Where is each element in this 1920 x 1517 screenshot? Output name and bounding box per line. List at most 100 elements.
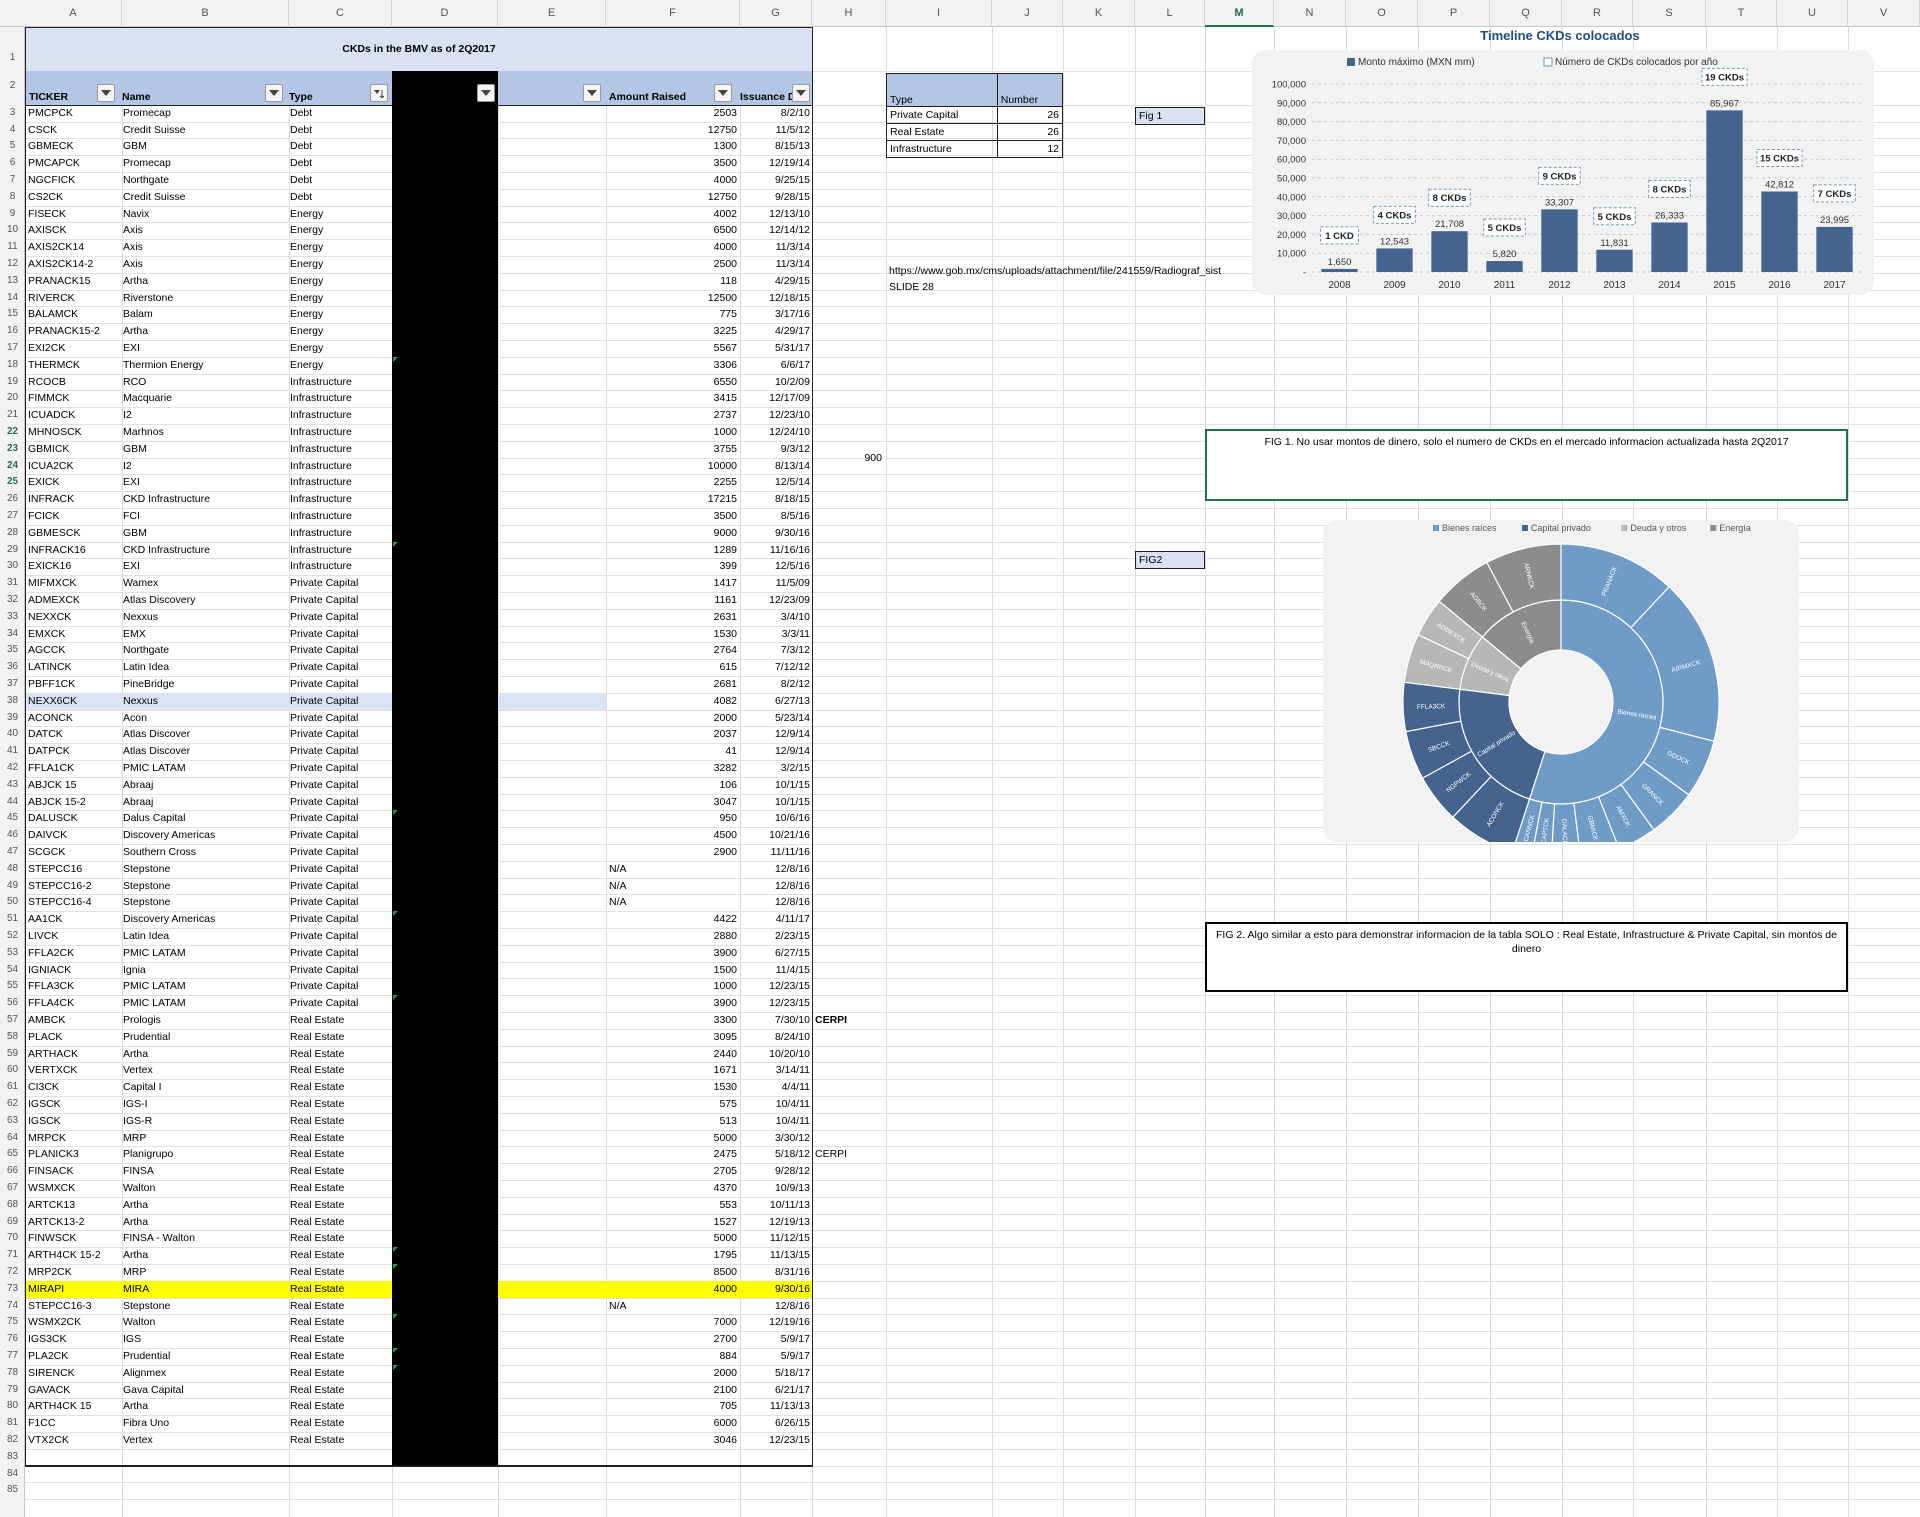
- cell-amount[interactable]: 4370: [607, 1180, 737, 1197]
- cell-amount[interactable]: 1000: [607, 978, 737, 995]
- cell-amount[interactable]: 1500: [607, 962, 737, 979]
- cell-amount[interactable]: 4082: [607, 693, 737, 710]
- filter-dropdown-amount[interactable]: [714, 84, 732, 102]
- cell-ticker[interactable]: CI3CK: [28, 1079, 120, 1096]
- cell-name[interactable]: MIRA: [123, 1281, 286, 1298]
- cell-type[interactable]: Private Capital: [290, 844, 390, 861]
- row-header-69[interactable]: 69: [0, 1214, 25, 1231]
- summary-cell[interactable]: Infrastructure: [886, 140, 998, 158]
- cell-type[interactable]: Private Capital: [290, 911, 390, 928]
- row-header-57[interactable]: 57: [0, 1012, 25, 1029]
- cell-ticker[interactable]: LIVCK: [28, 928, 120, 945]
- cell-type[interactable]: Energy: [290, 290, 390, 307]
- row-header-32[interactable]: 32: [0, 592, 25, 609]
- row-header-84[interactable]: 84: [0, 1466, 25, 1483]
- cell-amount[interactable]: 1795: [607, 1247, 737, 1264]
- cell-ticker[interactable]: AA1CK: [28, 911, 120, 928]
- cell-type[interactable]: Real Estate: [290, 1146, 390, 1163]
- cell-type[interactable]: Debt: [290, 122, 390, 139]
- cell-type[interactable]: Energy: [290, 239, 390, 256]
- cell-type[interactable]: Energy: [290, 256, 390, 273]
- cell-type[interactable]: Debt: [290, 105, 390, 122]
- column-header-v[interactable]: V: [1848, 0, 1920, 27]
- cell-name[interactable]: PMIC LATAM: [123, 760, 286, 777]
- cell-date[interactable]: 7/30/10: [741, 1012, 810, 1029]
- column-header-r[interactable]: R: [1562, 0, 1633, 27]
- cell-date[interactable]: 11/13/13: [741, 1398, 810, 1415]
- cell-amount[interactable]: 3900: [607, 995, 737, 1012]
- row-header-16[interactable]: 16: [0, 323, 25, 340]
- cell-ticker[interactable]: DALUSCK: [28, 810, 120, 827]
- column-header-n[interactable]: N: [1274, 0, 1346, 27]
- cell-note[interactable]: N/A: [609, 1298, 669, 1315]
- cell-amount[interactable]: 2255: [607, 474, 737, 491]
- cell-type[interactable]: Real Estate: [290, 1062, 390, 1079]
- cell-amount[interactable]: 2631: [607, 609, 737, 626]
- spreadsheet[interactable]: CKDs in the BMV as of 2Q2017 PMCPCK Prome…: [0, 0, 1920, 1517]
- cell-type[interactable]: Real Estate: [290, 1247, 390, 1264]
- row-header-21[interactable]: 21: [0, 407, 25, 424]
- cell-type[interactable]: Debt: [290, 189, 390, 206]
- cell-type[interactable]: Real Estate: [290, 1197, 390, 1214]
- column-header-o[interactable]: O: [1346, 0, 1418, 27]
- cell-name[interactable]: Northgate: [123, 642, 286, 659]
- cell-ticker[interactable]: STEPCC16-2: [28, 878, 120, 895]
- cell-type[interactable]: Infrastructure: [290, 458, 390, 475]
- cell-name[interactable]: Stepstone: [123, 878, 286, 895]
- header-amount[interactable]: Amount Raised: [609, 71, 709, 106]
- cell-type[interactable]: Real Estate: [290, 1096, 390, 1113]
- cell-ticker[interactable]: ARTCK13-2: [28, 1214, 120, 1231]
- row-header-76[interactable]: 76: [0, 1331, 25, 1348]
- cell-amount[interactable]: 4002: [607, 206, 737, 223]
- row-header-20[interactable]: 20: [0, 390, 25, 407]
- cell-ticker[interactable]: F1CC: [28, 1415, 120, 1432]
- cell-ticker[interactable]: RCOCB: [28, 374, 120, 391]
- header-type[interactable]: Type: [289, 71, 369, 106]
- cell-ticker[interactable]: PLACK: [28, 1029, 120, 1046]
- cell-name[interactable]: Stepstone: [123, 894, 286, 911]
- cell-type[interactable]: Private Capital: [290, 995, 390, 1012]
- cell-type[interactable]: Private Capital: [290, 743, 390, 760]
- column-header-c[interactable]: C: [289, 0, 392, 27]
- cell-ticker[interactable]: AGCCK: [28, 642, 120, 659]
- row-header-71[interactable]: 71: [0, 1247, 25, 1264]
- cell-date[interactable]: 11/5/12: [741, 122, 810, 139]
- cell-date[interactable]: 4/29/17: [741, 323, 810, 340]
- cell-name[interactable]: Axis: [123, 222, 286, 239]
- cell-ticker[interactable]: WSMX2CK: [28, 1314, 120, 1331]
- summary-cell[interactable]: 12: [996, 140, 1064, 158]
- cell-type[interactable]: Private Capital: [290, 760, 390, 777]
- row-header-70[interactable]: 70: [0, 1230, 25, 1247]
- row-header-79[interactable]: 79: [0, 1382, 25, 1399]
- cell-date[interactable]: 12/23/10: [741, 407, 810, 424]
- cell-type[interactable]: Private Capital: [290, 827, 390, 844]
- cell-date[interactable]: 4/4/11: [741, 1079, 810, 1096]
- cell-name[interactable]: EXI: [123, 340, 286, 357]
- column-header-l[interactable]: L: [1135, 0, 1205, 27]
- row-header-72[interactable]: 72: [0, 1264, 25, 1281]
- cell-amount[interactable]: 12750: [607, 122, 737, 139]
- cell-amount[interactable]: 2000: [607, 710, 737, 727]
- cell-name[interactable]: I2: [123, 407, 286, 424]
- cell-name[interactable]: Capital I: [123, 1079, 286, 1096]
- cell-ticker[interactable]: MRPCK: [28, 1130, 120, 1147]
- cell-amount[interactable]: 705: [607, 1398, 737, 1415]
- row-header-50[interactable]: 50: [0, 894, 25, 911]
- row-header-37[interactable]: 37: [0, 676, 25, 693]
- row-header-40[interactable]: 40: [0, 726, 25, 743]
- filter-dropdown-date[interactable]: [792, 84, 810, 102]
- slide-cell[interactable]: SLIDE 28: [889, 279, 934, 296]
- row-header-18[interactable]: 18: [0, 357, 25, 374]
- cell-date[interactable]: 5/18/17: [741, 1365, 810, 1382]
- column-header-g[interactable]: G: [740, 0, 812, 27]
- cell-name[interactable]: I2: [123, 458, 286, 475]
- cell-ticker[interactable]: SIRENCK: [28, 1365, 120, 1382]
- cell-name[interactable]: CKD Infrastructure: [123, 491, 286, 508]
- row-header-23[interactable]: 23: [0, 441, 25, 458]
- row-header-12[interactable]: 12: [0, 256, 25, 273]
- cell-name[interactable]: CKD Infrastructure: [123, 542, 286, 559]
- cell-name[interactable]: PineBridge: [123, 676, 286, 693]
- cell-amount[interactable]: 4422: [607, 911, 737, 928]
- cell-date[interactable]: 11/3/14: [741, 239, 810, 256]
- cell-name[interactable]: GBM: [123, 138, 286, 155]
